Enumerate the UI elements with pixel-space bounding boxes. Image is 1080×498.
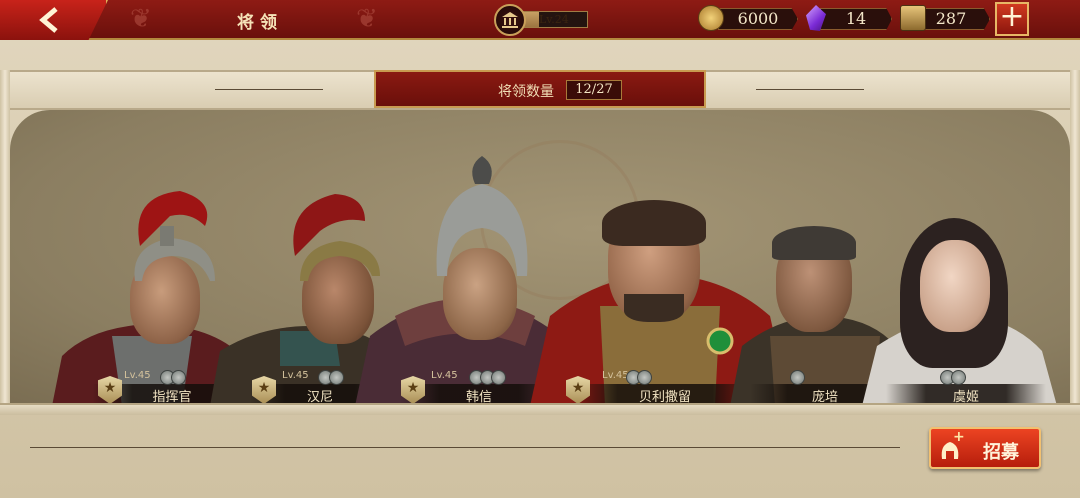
- wreath-token-icon: [900, 5, 926, 31]
- recruit-label: 招募: [983, 442, 1019, 463]
- recruit-button[interactable]: + 招募: [929, 427, 1041, 469]
- general-level: Lv.45: [602, 370, 629, 381]
- level-label: Lv.24: [539, 13, 569, 26]
- skill-coins: [318, 370, 344, 388]
- building-icon[interactable]: [494, 4, 526, 36]
- laurel-left-icon: ❦: [130, 4, 152, 34]
- back-arrow-icon: [39, 7, 58, 33]
- add-resource-button[interactable]: +: [995, 2, 1029, 36]
- general-count-value: 12/27: [566, 80, 622, 100]
- gems-counter: 14: [820, 8, 892, 30]
- rail-ornament-left: [215, 89, 323, 90]
- rail-ornament-right: [756, 89, 864, 90]
- generals-carousel[interactable]: Lv.45 指挥官 ★ Lv.45 汉尼 ★ Lv.45 韩信 ★ Lv.45 …: [10, 110, 1070, 406]
- bottom-divider: [30, 447, 900, 448]
- right-pillar: [1070, 70, 1080, 415]
- general-card-yuji[interactable]: 虞姬: [862, 178, 1062, 406]
- frame-bottom-rail: [0, 403, 1080, 415]
- laurel-right-icon: ❦: [356, 4, 378, 34]
- general-level: Lv.45: [431, 370, 458, 381]
- generals-screen: { "header": {"title": "将领", "level_label…: [0, 0, 1080, 498]
- general-count-panel: 将领数量 12/27: [374, 70, 706, 108]
- skill-coins: [790, 370, 805, 388]
- general-level: Lv.45: [282, 370, 309, 381]
- back-button[interactable]: [0, 0, 108, 40]
- general-count-label: 将领数量: [498, 84, 554, 100]
- skill-coins: [469, 370, 506, 388]
- left-pillar: [0, 70, 10, 415]
- skill-coins: [626, 370, 652, 388]
- plus-icon: +: [999, 0, 1025, 34]
- coins-counter: 6000: [718, 8, 798, 30]
- skill-coins: [160, 370, 186, 388]
- building-level-bar: Lv.24: [522, 11, 588, 28]
- skill-coins: [940, 370, 966, 388]
- gold-coin-icon: [698, 5, 724, 31]
- general-level: Lv.45: [124, 370, 151, 381]
- top-bar: ❦ 将领 ❦ Lv.24 6000 14 287 +: [0, 0, 1080, 40]
- plus-icon: +: [953, 429, 965, 445]
- page-title: 将领: [237, 13, 283, 33]
